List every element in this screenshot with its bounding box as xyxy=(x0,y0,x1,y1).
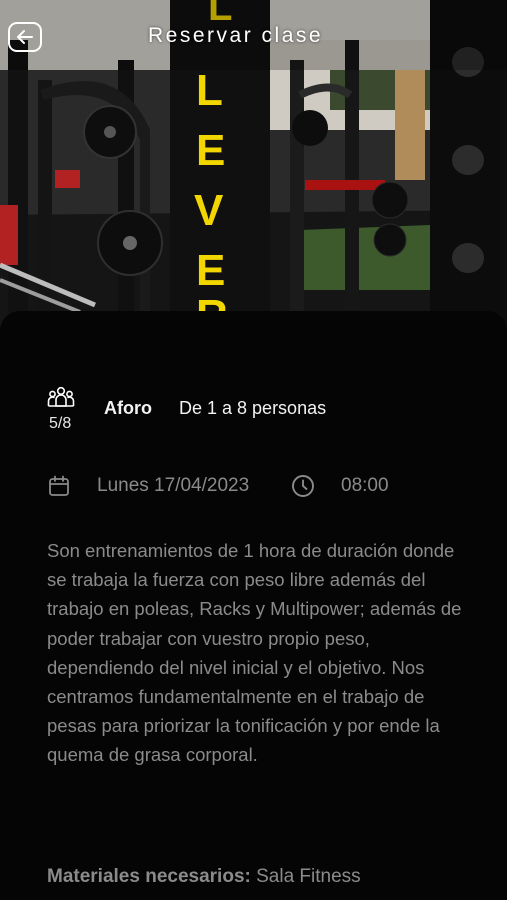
class-date: Lunes 17/04/2023 xyxy=(97,475,250,496)
calendar-icon xyxy=(49,475,69,496)
class-description: Son entrenamientos de 1 hora de duración… xyxy=(47,540,462,766)
arrow-left-icon xyxy=(17,30,33,44)
capacity-label: Aforo xyxy=(104,398,152,418)
capacity-count: 5/8 xyxy=(49,415,72,432)
class-details-sheet: 5/8 Aforo De 1 a 8 personas Lunes 17/04/… xyxy=(0,311,507,900)
page-title: Reservar clase xyxy=(148,24,324,47)
people-group-icon xyxy=(47,386,75,407)
materials-value: Sala Fitness xyxy=(256,866,361,887)
capacity-row: 5/8 Aforo De 1 a 8 personas xyxy=(47,386,467,436)
hero-image: L L E V E R Reservar clase xyxy=(0,0,507,330)
back-button[interactable] xyxy=(8,22,42,52)
svg-text:E: E xyxy=(196,126,225,175)
class-time: 08:00 xyxy=(341,475,389,496)
svg-text:L: L xyxy=(196,66,223,115)
svg-text:E: E xyxy=(196,246,225,295)
gym-photo: L L E V E R xyxy=(0,0,507,330)
schedule-row: Lunes 17/04/2023 08:00 xyxy=(47,473,467,503)
svg-text:V: V xyxy=(194,186,224,235)
capacity-value: De 1 a 8 personas xyxy=(179,398,327,418)
clock-icon xyxy=(292,475,314,497)
materials-label: Materiales necesarios: xyxy=(47,866,251,887)
materials-row: Materiales necesarios: Sala Fitness xyxy=(47,866,361,888)
